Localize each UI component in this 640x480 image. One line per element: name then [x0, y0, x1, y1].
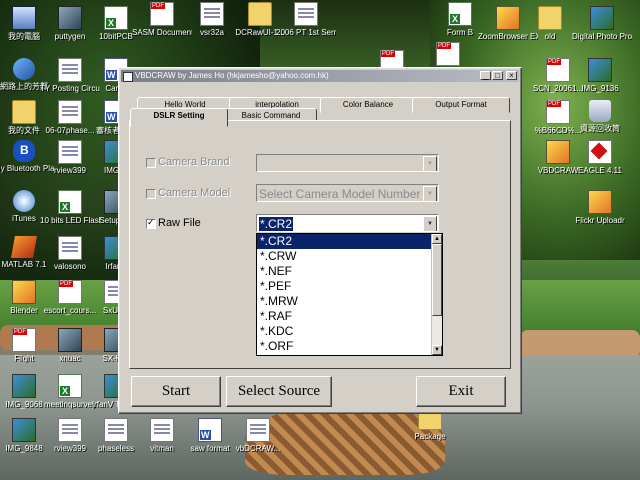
- raw-file-combo[interactable]: *.CR2 ▼: [256, 214, 439, 232]
- desktop-icon[interactable]: 2006 PT 1st Sem Final ...: [276, 2, 336, 37]
- doc-icon: [246, 418, 270, 442]
- pdf-icon: [12, 328, 36, 352]
- pc-icon: [12, 6, 36, 30]
- window-titlebar[interactable]: VBDCRAW by James Ho (hkjamesho@yahoo.com…: [121, 70, 519, 82]
- xls-icon: [58, 374, 82, 398]
- desktop-icon-label: EAGLE 4.11: [578, 166, 622, 175]
- raw-file-option[interactable]: *.MRW: [257, 294, 442, 309]
- word-icon: [198, 418, 222, 442]
- desktop-icon-label: old: [544, 32, 556, 41]
- desktop-icon-label: 資源回收筒: [580, 124, 620, 133]
- eagle-icon: [588, 140, 612, 164]
- bin-icon: [589, 100, 611, 122]
- desktop-icon[interactable]: old: [520, 6, 580, 41]
- doc-icon: [58, 418, 82, 442]
- camera-brand-combo[interactable]: ▼: [256, 154, 439, 172]
- window-title: VBDCRAW by James Ho (hkjamesho@yahoo.com…: [135, 71, 329, 80]
- raw-file-options: *.CR2 *.CRW *.NEF *.PEF *.MRW *.RAF *.KDC *.ORF: [257, 234, 442, 354]
- desktop-icon[interactable]: IMG_9136: [570, 58, 630, 93]
- desktop-icon[interactable]: Flickr Uploadr: [570, 190, 630, 225]
- scrollbar-thumb[interactable]: [432, 244, 442, 316]
- raw-file-option[interactable]: *.ORF: [257, 339, 442, 354]
- setup-icon: [58, 328, 82, 352]
- doc-icon: [294, 2, 318, 26]
- raw-file-label: Raw File: [158, 217, 201, 229]
- img-icon: [590, 6, 614, 30]
- img-icon: [12, 418, 36, 442]
- pdf-icon: [436, 42, 460, 66]
- raw-file-option[interactable]: *.NEF: [257, 264, 442, 279]
- camera-model-label: Camera Model: [158, 187, 231, 199]
- desktop-icon[interactable]: EAGLE 4.11: [570, 140, 630, 175]
- doc-icon: [104, 418, 128, 442]
- xls-icon: [58, 190, 82, 214]
- tab-output-format[interactable]: Output Format: [412, 97, 510, 113]
- raw-file-value: *.CR2: [259, 217, 294, 231]
- camera-model-combo[interactable]: Select Camera Model Number ▼: [256, 184, 439, 202]
- maximize-button[interactable]: □: [492, 71, 503, 80]
- xls-icon: [104, 6, 128, 30]
- minimize-button[interactable]: _: [480, 71, 491, 80]
- xls-icon: [448, 2, 472, 26]
- raw-file-option[interactable]: *.KDC: [257, 324, 442, 339]
- desktop-icon[interactable]: vbDCRAW...: [228, 418, 288, 453]
- folder-icon: [248, 2, 272, 26]
- raw-file-dropdown-list[interactable]: *.CR2 *.CRW *.NEF *.PEF *.MRW *.RAF *.KDC *.ORF…: [256, 233, 443, 356]
- tab-color-balance[interactable]: Color Balance: [320, 97, 416, 113]
- camera-brand-label: Camera Brand: [158, 156, 230, 168]
- desktop-icon-label: IMG_9136: [581, 84, 619, 93]
- doc-icon: [58, 58, 82, 82]
- img-icon: [12, 374, 36, 398]
- camera-brand-checkbox[interactable]: [146, 158, 156, 168]
- desktop-icon[interactable]: 資源回收筒: [570, 100, 630, 133]
- matlab-icon: [11, 236, 37, 258]
- app-icon[interactable]: [123, 72, 133, 82]
- camera-model-value: Select Camera Model Number: [259, 187, 421, 201]
- tab-dslr-setting[interactable]: DSLR Setting: [130, 108, 228, 127]
- folder-icon: [538, 6, 562, 30]
- desktop-icon-label: Digital Photo Professional: [572, 32, 632, 41]
- raw-file-option[interactable]: *.CR2: [257, 234, 442, 249]
- setup-icon: [58, 6, 82, 30]
- music-icon: [13, 190, 35, 212]
- net-icon: [13, 58, 35, 80]
- scroll-down-icon[interactable]: ▼: [432, 345, 442, 355]
- bt-icon: [13, 140, 35, 162]
- start-button[interactable]: Start: [131, 376, 221, 407]
- raw-file-option[interactable]: *.RAF: [257, 309, 442, 324]
- wallpaper-logs-right: [520, 330, 640, 358]
- pdf-icon: [546, 58, 570, 82]
- doc-icon: [58, 100, 82, 124]
- app-icon: [496, 6, 520, 30]
- doc-icon: [58, 236, 82, 260]
- doc-icon: [58, 140, 82, 164]
- app-icon: [588, 190, 612, 214]
- pdf-icon: [546, 100, 570, 124]
- img-icon: [588, 58, 612, 82]
- camera-model-checkbox[interactable]: [146, 189, 156, 199]
- dropdown-scrollbar[interactable]: ▲ ▼: [431, 234, 442, 355]
- desktop-icon-label: vbDCRAW...: [235, 444, 281, 453]
- combo-arrow-icon[interactable]: ▼: [423, 186, 437, 201]
- desktop-icon-label: Flickr Uploadr: [575, 216, 625, 225]
- raw-file-option[interactable]: *.PEF: [257, 279, 442, 294]
- close-button[interactable]: ×: [506, 71, 517, 80]
- raw-file-option[interactable]: *.CRW: [257, 249, 442, 264]
- combo-arrow-icon[interactable]: ▼: [423, 216, 437, 231]
- doc-icon: [150, 418, 174, 442]
- desktop-icon-label: 2006 PT 1st Sem Final ...: [276, 28, 336, 37]
- app-icon: [12, 280, 36, 304]
- raw-file-checkbox[interactable]: [146, 217, 156, 229]
- app-icon: [546, 140, 570, 164]
- doc-icon: [200, 2, 224, 26]
- desktop-icon-label: Package: [414, 432, 446, 441]
- pdf-icon: [150, 2, 174, 26]
- combo-arrow-icon[interactable]: ▼: [423, 156, 437, 171]
- desktop-icon[interactable]: Digital Photo Professional: [572, 6, 632, 41]
- folder-icon: [12, 100, 36, 124]
- pdf-icon: [58, 280, 82, 304]
- scroll-up-icon[interactable]: ▲: [432, 234, 442, 244]
- select-source-button[interactable]: Select Source: [226, 376, 332, 407]
- exit-button[interactable]: Exit: [416, 376, 506, 407]
